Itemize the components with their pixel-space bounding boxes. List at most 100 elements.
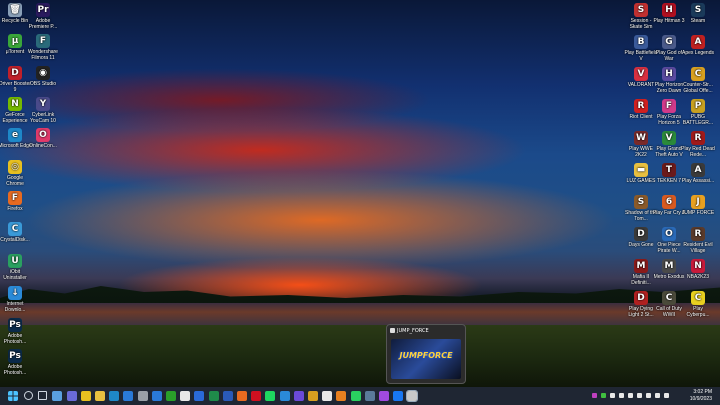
task-view-icon[interactable] [38,391,48,400]
desktop-shortcut[interactable]: ◎ Google Chrome [0,160,32,187]
tray-icon[interactable] [628,393,633,398]
desktop-shortcut[interactable]: P PUBG BATTLEGR... [681,99,715,126]
pubg-icon: P [691,99,705,113]
premiere-taskbar-icon[interactable] [293,391,304,401]
desktop-shortcut[interactable]: F Wondershare Filmora 11 [26,34,60,61]
desktop-shortcut-label: Play Cyberpu... [686,306,710,318]
iobit-icon: U [8,254,22,268]
desktop-shortcut[interactable]: R Play Red Dead Rede... [681,131,715,158]
xbox-icon[interactable] [166,391,176,401]
calendar-icon[interactable] [151,391,162,401]
desktop-shortcut[interactable]: C CrystalDisk... [0,222,32,243]
photoshop-icon-2: Ps [8,349,22,363]
desktop-shortcut-label: Apex Legends [682,50,714,56]
todo-icon[interactable] [194,391,205,401]
desktop-shortcut[interactable]: ↓ Internet Downlo... [0,286,32,313]
vlc-icon[interactable] [336,391,347,401]
jumpforce-icon: J [691,195,705,209]
desktop-shortcut[interactable]: ◉ OBS Studio [26,66,60,87]
desktop-shortcut[interactable]: C Play Cyberpu... [681,291,715,318]
desktop-shortcut-label: JUMP FORCE [681,210,715,216]
premiere-icon: Pr [36,3,50,17]
file-explorer-icon[interactable] [95,391,105,401]
taskbar-window-preview[interactable]: JUMP_FORCE JUMPFORCE [386,324,466,384]
rdr-icon: R [691,131,705,145]
desktop-shortcut-label: Internet Downlo... [4,301,26,313]
desktop-shortcut-label: Resident Evil Village [683,242,713,254]
store-icon[interactable] [180,391,191,401]
desktop-shortcut-label: OBS Studio [29,81,57,87]
utorrent-icon: μ [8,34,22,48]
desktop-shortcut[interactable]: S Steam [681,3,715,24]
camera-icon[interactable] [137,391,148,401]
preview-title: JUMP_FORCE [397,328,429,334]
whatsapp-icon[interactable] [350,391,361,401]
dyinglight-icon: D [634,291,648,305]
teams-icon[interactable] [66,391,77,401]
desktop-shortcut[interactable]: UiObit Uninstaller [0,254,32,281]
onlinecon-icon: O [36,128,50,142]
game-taskbar-icon[interactable] [406,390,419,402]
desktop-shortcut[interactable]: A Play Assassi... [681,163,715,184]
tray-icon[interactable] [619,393,624,398]
clock-time: 3:02 PM [693,389,712,395]
clock[interactable]: 3:02 PM 10/9/2023 [690,389,712,403]
desktop-shortcut[interactable]: A Apex Legends [681,35,715,56]
desktop-shortcut[interactable]: J JUMP FORCE [681,195,715,216]
desktop-shortcut-label: iObit Uninstaller [3,269,27,281]
edge-taskbar-icon[interactable] [109,391,120,401]
mail-icon[interactable] [123,391,134,401]
messenger-icon[interactable] [379,391,389,401]
daysgone-icon: D [634,227,648,241]
preview-thumbnail[interactable]: JUMPFORCE [391,339,461,379]
desktop-shortcut[interactable]: F Firefox [0,191,32,212]
steam-taskbar-icon[interactable] [364,391,375,401]
facebook-icon[interactable] [393,391,404,401]
spotify-icon[interactable] [265,391,276,401]
tray-icon[interactable] [646,393,651,398]
firefox-icon: F [8,191,22,205]
desktop-shortcut-label: Adobe Photosh... [3,333,27,345]
desktop-shortcut[interactable]: C Counter-Str... Global Offe... [681,67,715,94]
clock-date: 10/9/2023 [689,396,712,402]
assassin-icon: A [691,163,705,177]
tray-icon[interactable] [592,393,597,398]
riot-icon: R [634,99,648,113]
jumpforce-app-icon [390,328,395,333]
desktop-shortcut[interactable]: Pr Adobe Premiere P... [26,3,60,30]
desktop-shortcut[interactable]: Ps Adobe Photosh... [0,349,32,376]
desktop-shortcut[interactable]: R Resident Evil Village [681,227,715,254]
chrome-taskbar-icon-2[interactable] [308,391,318,401]
tombraider-icon: S [634,195,648,209]
search-icon[interactable] [24,391,33,400]
desktop-shortcut[interactable]: Ps Adobe Photosh... [0,318,32,345]
nba-icon: N [691,259,705,273]
netflix-icon[interactable] [251,391,262,401]
wwe-icon: W [634,131,648,145]
desktop-shortcut[interactable]: Y CyberLink YouCam 10 [26,97,60,124]
session-icon: S [634,3,648,17]
desktop-shortcut[interactable]: O OnlineCon... [26,128,60,149]
farcry-icon: 6 [662,195,676,209]
excel-icon[interactable] [208,391,219,401]
horizon-icon: H [662,67,676,81]
word-icon[interactable] [222,391,233,401]
tray-icon[interactable] [664,393,669,398]
desktop-shortcut-label: Steam [690,18,706,24]
tray-icon[interactable] [610,393,615,398]
idm-icon: ↓ [8,286,22,300]
desktop-shortcut-label: OnlineCon... [29,143,57,149]
onepiece-icon: O [662,227,676,241]
windows-start-icon[interactable] [8,391,18,401]
tray-icon[interactable] [601,393,606,398]
photoshop-taskbar-icon[interactable] [279,391,290,401]
filmora-icon: F [36,34,50,48]
tray-icon[interactable] [637,393,642,398]
firefox-taskbar-icon[interactable] [237,391,247,401]
tray-icon[interactable] [655,393,660,398]
widgets-icon[interactable] [52,391,63,401]
chrome-taskbar-icon[interactable] [80,391,91,401]
tiktok-icon[interactable] [322,391,333,401]
desktop-shortcut[interactable]: N NBA2K23 [681,259,715,280]
steam-icon: S [691,3,705,17]
